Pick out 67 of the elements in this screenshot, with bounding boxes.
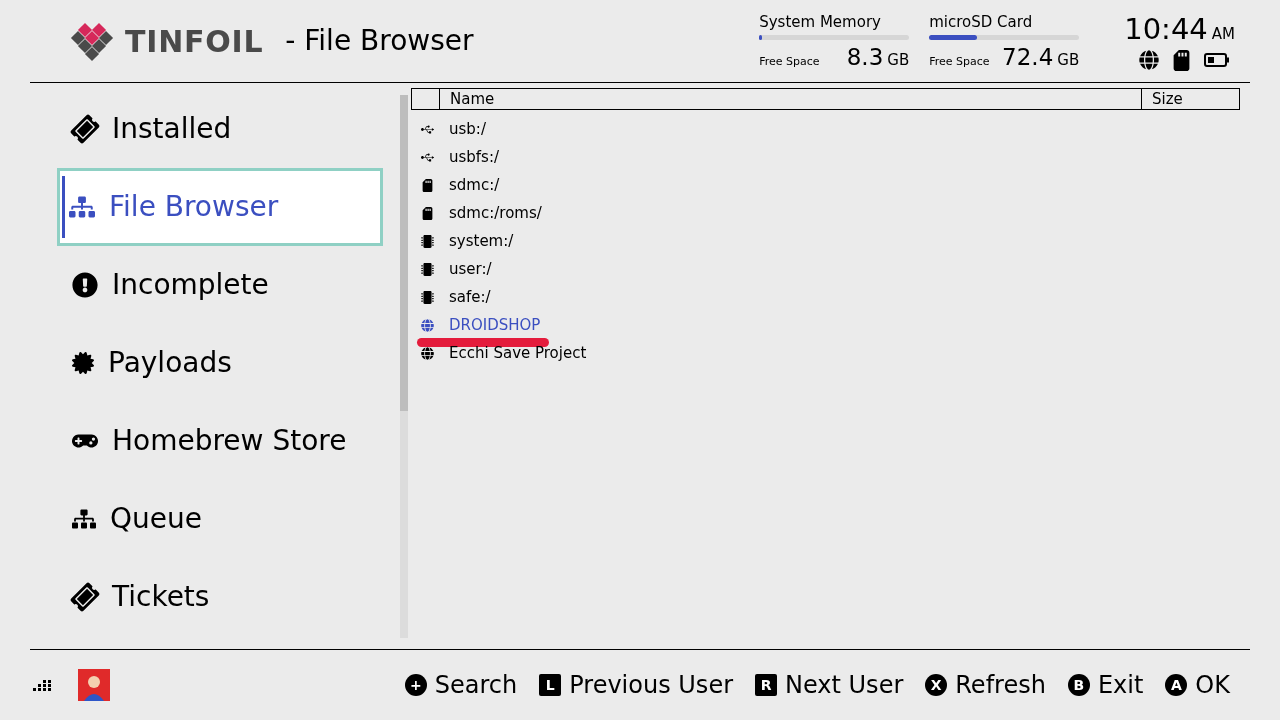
footer-action[interactable]: + Search (404, 667, 518, 703)
action-label: Refresh (955, 670, 1046, 701)
sitemap-icon (69, 194, 95, 220)
chip-icon (421, 262, 434, 276)
action-label: Next User (785, 670, 904, 701)
file-row[interactable]: Ecchi Save Project (449, 341, 587, 365)
chip-icon (421, 234, 434, 248)
sd-card-icon (421, 206, 434, 220)
controller-key: L (539, 674, 562, 696)
free-space-amount: 8.3 (846, 42, 884, 72)
controller-key: + (404, 674, 427, 696)
sidebar-item[interactable]: Installed (60, 90, 383, 168)
controller-key: X (925, 674, 948, 696)
file-row[interactable]: DROIDSHOP (449, 313, 541, 337)
globe-icon (421, 318, 434, 332)
sitemap-icon (72, 507, 96, 531)
scrollbar-thumb[interactable] (400, 95, 408, 411)
sd-card-icon (421, 178, 434, 192)
logo-text: TINFOIL (125, 22, 264, 61)
free-space-unit: GB (887, 49, 910, 71)
sidebar-item[interactable]: Homebrew Store (60, 402, 383, 480)
file-row[interactable]: usbfs:/ (449, 145, 500, 169)
globe-icon (1139, 50, 1159, 70)
alert-icon (72, 272, 98, 298)
sidebar-item[interactable]: Payloads (60, 324, 383, 402)
free-space-label: Free Space (929, 53, 990, 70)
clock-ampm: AM (1211, 23, 1235, 45)
signal-bars-icon (32, 678, 52, 692)
file-row[interactable]: usb:/ (449, 117, 486, 141)
controller-key: B (1067, 674, 1090, 696)
action-label: Previous User (569, 670, 733, 701)
action-label: Exit (1097, 670, 1144, 701)
storage-label: microSD Card (929, 11, 1034, 32)
free-space-amount: 72.4 (1002, 42, 1054, 72)
selection-bar (62, 176, 65, 238)
file-row[interactable]: sdmc:/roms/ (449, 201, 542, 225)
clock-time: 10:44 (1124, 11, 1208, 46)
controller-key: A (1165, 674, 1188, 696)
column-header[interactable]: Size (1141, 89, 1239, 109)
footer-action[interactable]: A OK (1165, 667, 1230, 703)
scrollbar-track[interactable] (400, 95, 408, 638)
sidebar-item[interactable]: Queue (60, 480, 383, 558)
footer-action[interactable]: B Exit (1067, 667, 1144, 703)
action-label: Search (434, 670, 518, 701)
file-row[interactable]: user:/ (449, 257, 492, 281)
column-header[interactable]: Name (440, 89, 1141, 109)
footer-action[interactable]: X Refresh (925, 667, 1046, 703)
file-row[interactable]: safe:/ (449, 285, 491, 309)
sidebar-item[interactable]: Incomplete (60, 246, 383, 324)
page-title: - File Browser (285, 23, 474, 59)
action-label: OK (1195, 670, 1230, 701)
globe-icon (421, 346, 434, 360)
free-space-unit: GB (1057, 49, 1080, 71)
footer-action[interactable]: L Previous User (539, 667, 733, 703)
storage-label: System Memory (759, 11, 882, 32)
sidebar-item[interactable]: Tickets (60, 558, 383, 636)
battery-icon (1204, 53, 1230, 67)
footer-action[interactable]: R Next User (755, 667, 904, 703)
chip-icon (421, 290, 434, 304)
sd-card-icon (1173, 49, 1190, 71)
badge-icon (72, 352, 94, 374)
file-row[interactable]: system:/ (449, 229, 514, 253)
free-space-label: Free Space (759, 53, 820, 70)
avatar-icon (78, 669, 110, 701)
file-row[interactable]: sdmc:/ (449, 173, 500, 197)
sidebar-item[interactable]: File Browser (57, 168, 383, 246)
controller-key: R (755, 674, 777, 696)
